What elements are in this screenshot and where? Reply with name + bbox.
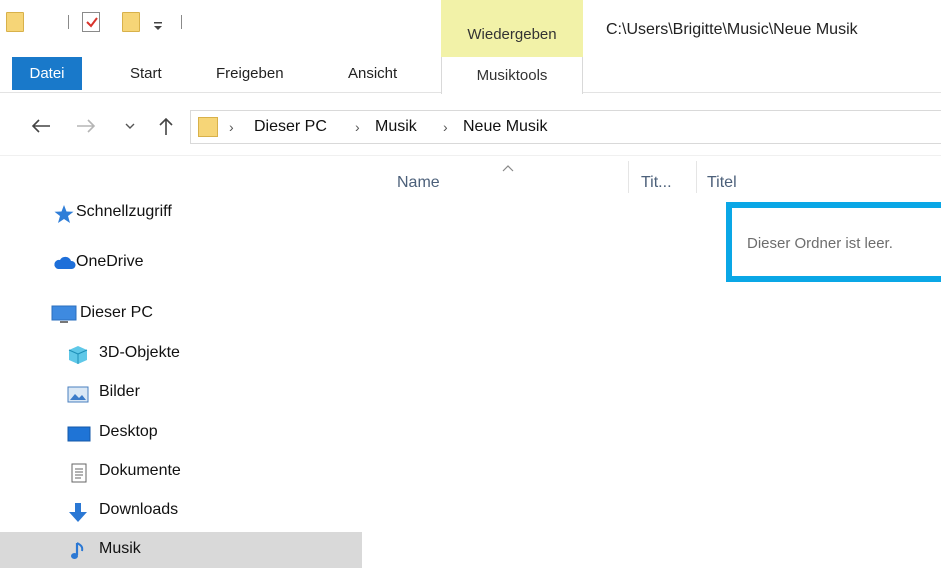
sidebar-item-label: Desktop	[99, 423, 158, 440]
sidebar-item-label: Bilder	[99, 383, 140, 400]
monitor-icon	[51, 305, 77, 323]
star-icon	[53, 204, 75, 223]
tab-start[interactable]: Start	[130, 65, 162, 82]
new-folder-icon[interactable]	[122, 12, 140, 32]
sidebar-item-this-pc[interactable]: Dieser PC	[0, 296, 362, 332]
breadcrumb-new-music[interactable]: Neue Musik	[463, 118, 547, 136]
back-arrow-icon[interactable]	[30, 116, 52, 136]
toolbar-separator	[181, 15, 182, 29]
sidebar-item-downloads[interactable]: Downloads	[0, 493, 362, 529]
cube-icon	[67, 345, 89, 364]
customize-toolbar-icon[interactable]	[153, 18, 163, 30]
sort-ascending-icon	[502, 159, 514, 177]
chevron-right-icon[interactable]: ›	[355, 119, 360, 135]
folder-icon[interactable]	[6, 12, 24, 32]
sidebar-item-documents[interactable]: Dokumente	[0, 454, 362, 490]
column-header-name[interactable]: Name	[397, 174, 440, 192]
title-bar: Wiedergeben C:\Users\Brigitte\Music\Neue…	[0, 0, 941, 57]
tab-music-tools[interactable]: Musiktools	[441, 57, 583, 94]
desktop-icon	[67, 424, 91, 442]
navigation-pane: Schnellzugriff OneDrive Dieser PC 3D-Obj…	[0, 157, 362, 568]
file-list[interactable]: Name Tit... Titel Dieser Ordner ist leer…	[362, 157, 941, 568]
tab-share[interactable]: Freigeben	[216, 65, 284, 82]
navigation-bar: › Dieser PC › Musik › Neue Musik	[0, 94, 941, 156]
tab-view[interactable]: Ansicht	[348, 65, 397, 82]
pictures-icon	[67, 384, 89, 403]
empty-folder-message: Dieser Ordner ist leer.	[747, 235, 893, 252]
sidebar-item-label: OneDrive	[76, 253, 144, 270]
forward-arrow-icon[interactable]	[75, 116, 97, 136]
sidebar-item-onedrive[interactable]: OneDrive	[0, 245, 362, 281]
folder-icon	[198, 117, 218, 137]
sidebar-item-desktop[interactable]: Desktop	[0, 415, 362, 451]
column-divider[interactable]	[628, 161, 629, 193]
sidebar-item-3d-objects[interactable]: 3D-Objekte	[0, 336, 362, 372]
music-note-icon	[69, 541, 91, 559]
sidebar-item-quick-access[interactable]: Schnellzugriff	[0, 195, 362, 231]
ribbon-tabs: Datei Start Freigeben Ansicht Musiktools	[0, 57, 941, 94]
sidebar-item-music[interactable]: Musik	[0, 532, 362, 568]
toolbar-separator	[68, 15, 69, 29]
sidebar-item-label: Dieser PC	[80, 304, 153, 321]
breadcrumb-music[interactable]: Musik	[375, 118, 417, 136]
sidebar-item-label: Dokumente	[99, 462, 181, 479]
document-icon	[70, 463, 92, 483]
column-header-title-short[interactable]: Tit...	[641, 174, 672, 192]
sidebar-item-label: Schnellzugriff	[76, 203, 172, 220]
download-arrow-icon	[67, 502, 89, 522]
sidebar-item-label: Musik	[99, 540, 141, 557]
sidebar-item-pictures[interactable]: Bilder	[0, 375, 362, 411]
sidebar-item-label: 3D-Objekte	[99, 344, 180, 361]
column-divider[interactable]	[696, 161, 697, 193]
properties-icon[interactable]	[82, 12, 100, 32]
chevron-right-icon[interactable]: ›	[229, 119, 234, 135]
column-header-title[interactable]: Titel	[707, 174, 737, 192]
window-title: C:\Users\Brigitte\Music\Neue Musik	[606, 21, 858, 38]
cloud-icon	[52, 254, 76, 272]
tab-file[interactable]: Datei	[12, 57, 82, 90]
up-arrow-icon[interactable]	[155, 116, 177, 136]
chevron-right-icon[interactable]: ›	[443, 119, 448, 135]
chevron-down-icon[interactable]	[124, 116, 136, 136]
sidebar-item-label: Downloads	[99, 501, 179, 518]
address-bar[interactable]: › Dieser PC › Musik › Neue Musik	[190, 110, 941, 144]
empty-folder-highlight: Dieser Ordner ist leer.	[726, 202, 941, 282]
context-tab-label[interactable]: Wiedergeben	[441, 26, 583, 43]
breadcrumb-this-pc[interactable]: Dieser PC	[254, 118, 327, 136]
explorer-window: Wiedergeben C:\Users\Brigitte\Music\Neue…	[0, 0, 941, 568]
